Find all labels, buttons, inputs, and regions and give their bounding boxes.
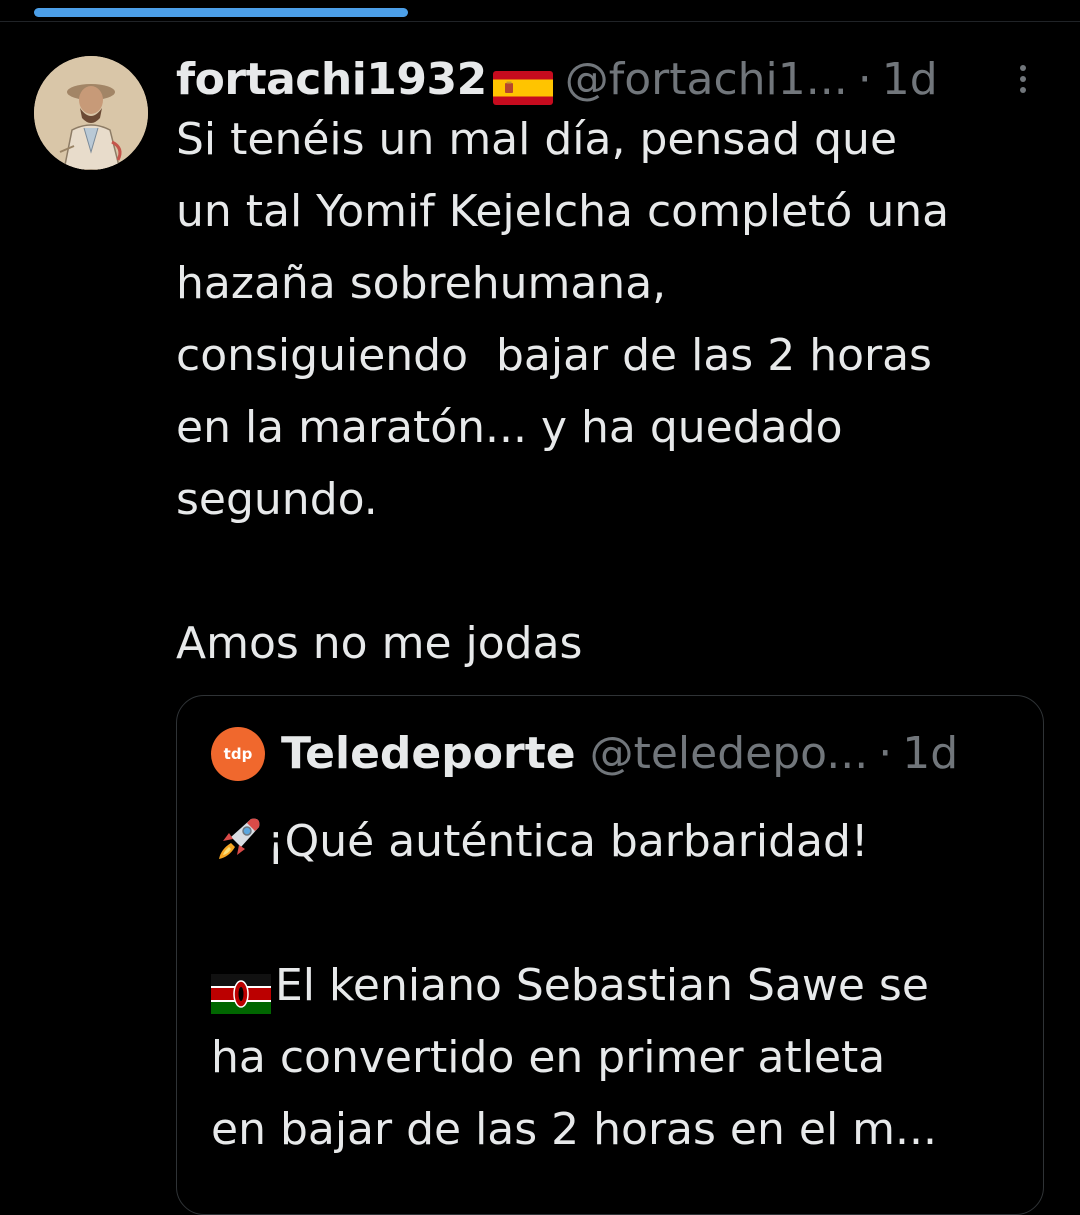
quoted-line-2-text: El keniano Sebastian Sawe se: [275, 960, 929, 1011]
quoted-handle: @teledepo...: [589, 728, 869, 779]
kenya-flag-icon: [211, 964, 271, 1014]
separator-dot: ·: [857, 54, 872, 105]
quoted-display-name: Teledeporte: [281, 728, 576, 779]
rocket-icon: [211, 813, 265, 867]
quoted-tweet-text: ¡Qué auténtica barbaridad! El keniano Se…: [211, 806, 1031, 1166]
top-divider: [0, 21, 1080, 22]
tweet-text: Si tenéis un mal día, pensad que un tal …: [176, 114, 950, 669]
user-handle[interactable]: @fortachi1...: [565, 52, 848, 108]
quoted-line-2: El keniano Sebastian Sawe se: [211, 950, 1031, 1022]
quoted-separator-dot: ·: [878, 728, 893, 779]
tweet-header: fortachi1932 @fortachi1... · 1d: [176, 52, 1046, 108]
loading-progress-bar: [34, 8, 408, 17]
more-vertical-icon: [1020, 65, 1026, 71]
quoted-line-3: ha convertido en primer atleta: [211, 1032, 886, 1083]
timestamp[interactable]: 1d: [882, 52, 938, 108]
avatar-illustration-icon: [34, 56, 148, 170]
quoted-line-4: en bajar de las 2 horas en el m...: [211, 1104, 937, 1155]
quoted-tweet-header: tdp Teledeporte @teledepo... · 1d: [211, 722, 958, 786]
quoted-avatar: tdp: [211, 727, 265, 781]
quoted-timestamp: 1d: [902, 728, 959, 779]
spain-flag-icon: [492, 63, 553, 105]
avatar[interactable]: [34, 56, 148, 170]
display-name[interactable]: fortachi1932: [176, 52, 487, 108]
quoted-line-1-text: ¡Qué auténtica barbaridad!: [267, 816, 869, 867]
quoted-blank-line: [211, 878, 1031, 950]
quoted-tweet-card[interactable]: tdp Teledeporte @teledepo... · 1d ¡Qué a…: [176, 695, 1044, 1215]
more-options-button[interactable]: [1010, 62, 1036, 98]
quoted-line-1: ¡Qué auténtica barbaridad!: [211, 806, 1031, 878]
